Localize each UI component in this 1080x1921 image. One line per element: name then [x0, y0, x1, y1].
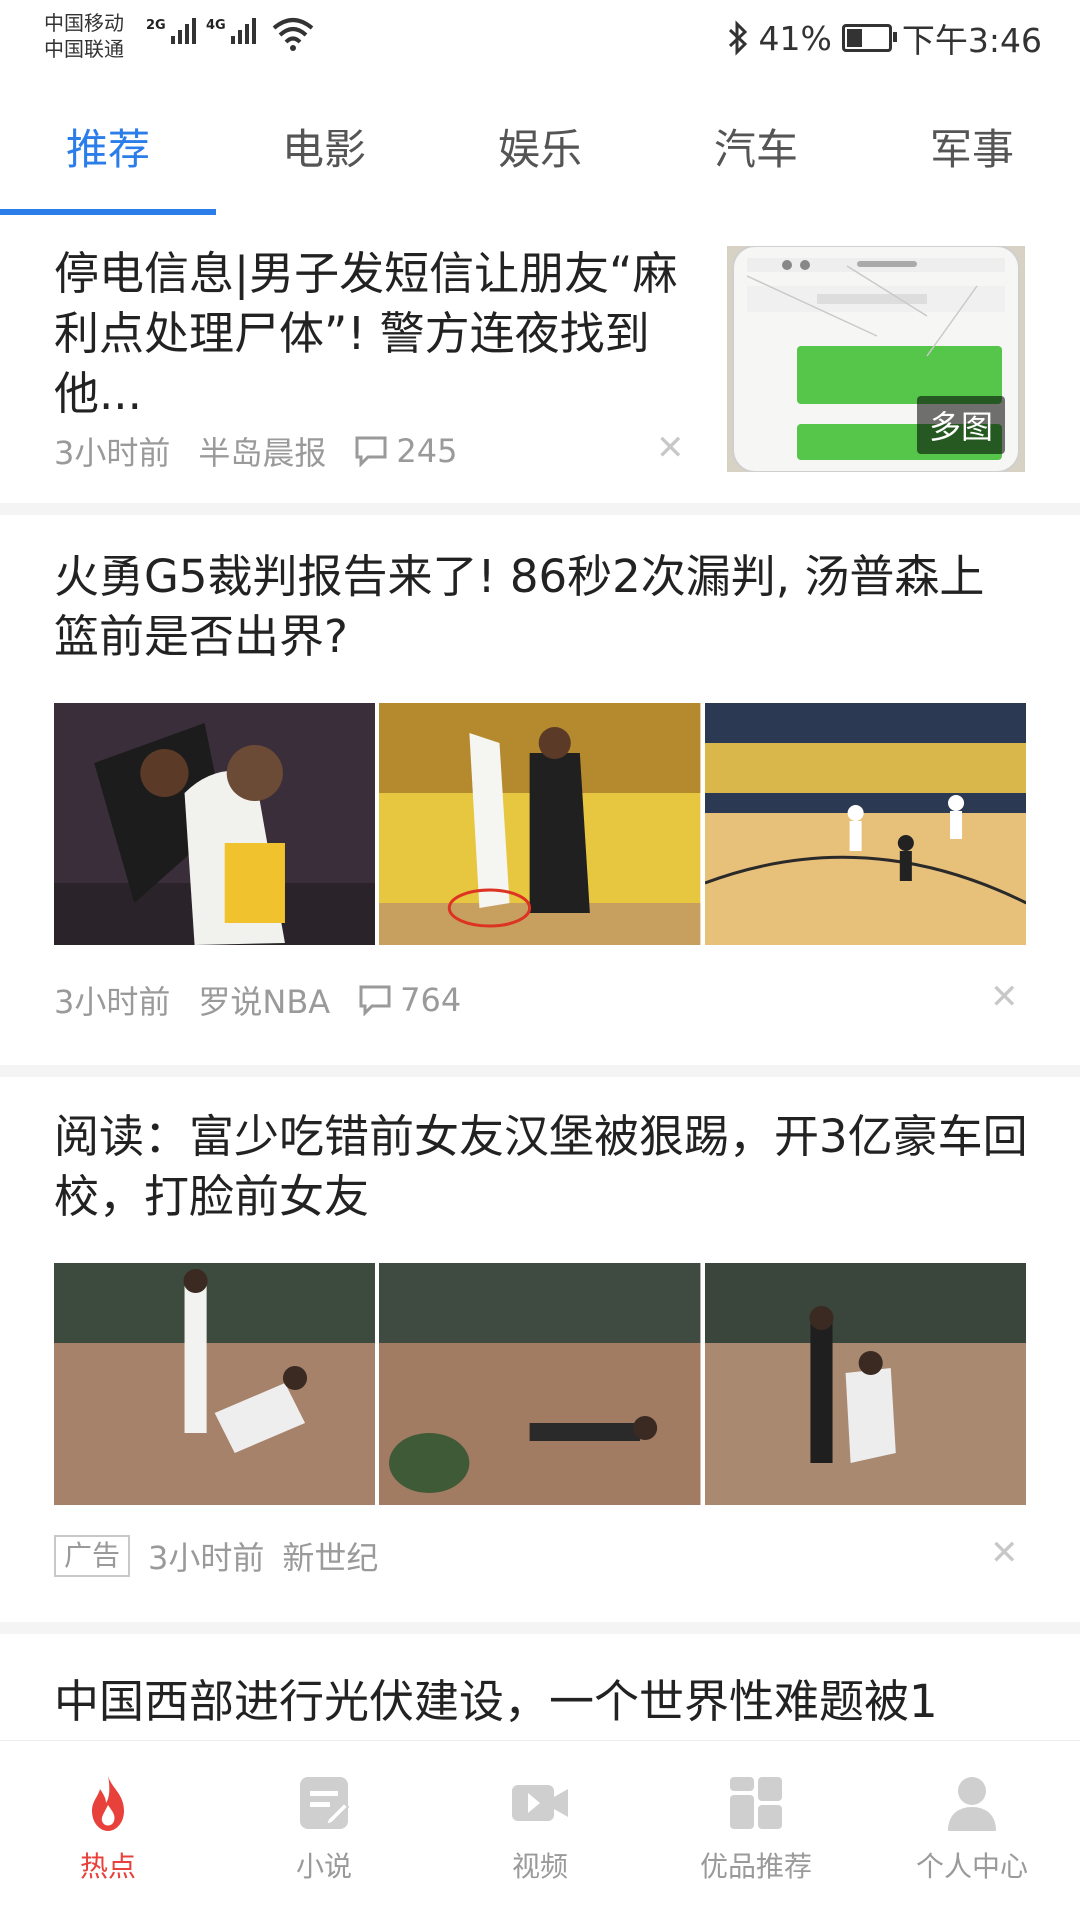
basketball-photo-image	[704, 703, 1026, 945]
article-image[interactable]	[54, 703, 376, 945]
article-title[interactable]: 阅读：富少吃错前女友汉堡被狠踢，开3亿豪车回校，打脸前女友	[54, 1107, 1029, 1227]
article-title[interactable]: 中国西部进行光伏建设，一个世界性难题被1	[54, 1672, 1029, 1732]
signal-strength-icon: 2G	[146, 18, 196, 44]
article-meta: 3小时前 罗说NBA 764	[54, 977, 461, 1023]
nav-hot[interactable]: 热点	[0, 1771, 216, 1885]
fire-icon	[92, 1775, 124, 1831]
article-thumbnail[interactable]: 多图	[727, 246, 1025, 472]
article-time: 3小时前	[54, 983, 171, 1021]
article-source: 新世纪	[282, 1539, 379, 1577]
battery-percent: 41%	[758, 18, 832, 58]
article-card[interactable]: 中国西部进行光伏建设，一个世界性难题被1	[0, 1634, 1080, 1740]
tab-recommend[interactable]: 推荐	[0, 116, 216, 177]
nav-label: 热点	[79, 1850, 136, 1883]
article-image[interactable]	[379, 703, 701, 945]
comment-icon	[359, 985, 391, 1016]
article-image-row[interactable]	[54, 1263, 1026, 1505]
article-card[interactable]: 火勇G5裁判报告来了! 86秒2次漏判, 汤普森上篮前是否出界? 3小时前 罗说…	[0, 515, 1080, 1065]
article-time: 3小时前	[148, 1539, 265, 1577]
carrier-2: 中国联通	[44, 37, 124, 61]
basketball-photo-image	[54, 703, 376, 945]
comment-count: 764	[358, 981, 461, 1019]
nav-novel[interactable]: 小说	[216, 1771, 432, 1885]
dismiss-icon[interactable]: ✕	[990, 977, 1019, 1017]
nav-label: 个人中心	[915, 1850, 1028, 1883]
nav-video[interactable]: 视频	[432, 1771, 648, 1885]
article-card[interactable]: 停电信息|男子发短信让朋友“麻利点处理尸体”! 警方连夜找到他... 3小时前 …	[0, 238, 1080, 503]
person-icon	[948, 1777, 996, 1831]
bluetooth-icon	[728, 20, 747, 56]
tab-entertainment[interactable]: 娱乐	[432, 116, 648, 177]
article-card[interactable]: 阅读：富少吃错前女友汉堡被狠踢，开3亿豪车回校，打脸前女友 广告 3小时前 新世…	[0, 1077, 1080, 1622]
article-title[interactable]: 停电信息|男子发短信让朋友“麻利点处理尸体”! 警方连夜找到他...	[54, 244, 694, 424]
ad-badge: 广告	[54, 1535, 131, 1577]
nav-label: 优品推荐	[699, 1850, 812, 1883]
article-image[interactable]	[704, 703, 1026, 945]
clock: 下午3:46	[901, 21, 1042, 60]
category-tabs: 推荐 电影 娱乐 汽车 军事	[0, 96, 1080, 216]
battery-icon	[841, 24, 897, 52]
tab-movies[interactable]: 电影	[216, 116, 432, 177]
video-camera-icon	[512, 1785, 568, 1821]
article-meta: 广告 3小时前 新世纪	[54, 1533, 378, 1579]
notebook-icon	[300, 1777, 350, 1829]
comment-count: 245	[354, 432, 457, 470]
article-title[interactable]: 火勇G5裁判报告来了! 86秒2次漏判, 汤普森上篮前是否出界?	[54, 547, 1029, 667]
wifi-icon	[272, 18, 314, 51]
plaza-photo-image	[704, 1263, 1026, 1505]
dismiss-icon[interactable]: ✕	[990, 1533, 1019, 1573]
article-image-row[interactable]	[54, 703, 1026, 945]
article-image[interactable]	[704, 1263, 1026, 1505]
comment-icon	[355, 436, 387, 467]
dismiss-icon[interactable]: ✕	[656, 428, 685, 468]
plaza-photo-image	[379, 1263, 701, 1505]
status-right: 41% 下午3:46	[727, 14, 1042, 62]
active-tab-indicator	[0, 209, 216, 215]
article-source: 罗说NBA	[198, 983, 331, 1021]
grid-icon	[730, 1777, 782, 1829]
tab-cars[interactable]: 汽车	[648, 116, 864, 177]
article-image[interactable]	[379, 1263, 701, 1505]
nav-shop[interactable]: 优品推荐	[648, 1771, 864, 1885]
nav-profile[interactable]: 个人中心	[864, 1771, 1080, 1885]
nav-label: 视频	[511, 1850, 568, 1883]
article-image[interactable]	[54, 1263, 376, 1505]
divider	[0, 1065, 1080, 1077]
tab-military[interactable]: 军事	[864, 116, 1080, 177]
carrier-1: 中国移动	[44, 11, 124, 35]
bottom-navigation: 热点 小说 视频 优品推荐 个人中心	[0, 1740, 1080, 1921]
article-time: 3小时前	[54, 434, 171, 472]
status-bar: 中国移动 中国联通 2G 4G 41% 下午3:46	[0, 0, 1080, 76]
signal-strength-icon: 4G	[206, 18, 256, 44]
nav-label: 小说	[295, 1850, 352, 1883]
multi-image-badge: 多图	[916, 396, 1005, 454]
carrier-names: 中国移动 中国联通	[44, 10, 124, 62]
plaza-photo-image	[54, 1263, 376, 1505]
divider	[0, 1622, 1080, 1634]
article-source: 半岛晨报	[198, 434, 327, 472]
basketball-photo-image	[379, 703, 701, 945]
article-meta: 3小时前 半岛晨报 245	[54, 428, 457, 474]
divider	[0, 503, 1080, 515]
